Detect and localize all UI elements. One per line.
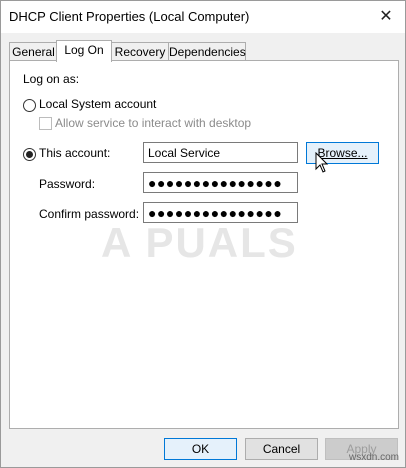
password-field[interactable]: ●●●●●●●●●●●●●●● bbox=[143, 172, 298, 193]
password-label: Password: bbox=[39, 177, 96, 191]
allow-interact-checkbox bbox=[39, 117, 52, 130]
allow-interact-label: Allow service to interact with desktop bbox=[55, 116, 252, 130]
ok-button[interactable]: OK bbox=[164, 438, 237, 460]
close-button[interactable]: ✕ bbox=[373, 4, 399, 30]
dialog-window: DHCP Client Properties (Local Computer) … bbox=[0, 0, 406, 468]
tab-dependencies[interactable]: Dependencies bbox=[168, 42, 246, 61]
log-on-as-heading: Log on as: bbox=[23, 72, 80, 86]
mouse-pointer-icon bbox=[315, 152, 329, 173]
account-field[interactable]: Local Service bbox=[143, 142, 298, 163]
local-system-radio[interactable] bbox=[23, 99, 36, 112]
radio-selected-dot bbox=[26, 151, 33, 158]
this-account-radio[interactable] bbox=[23, 148, 36, 161]
local-system-label[interactable]: Local System account bbox=[39, 97, 156, 111]
tab-log-on[interactable]: Log On bbox=[56, 40, 112, 62]
appuals-watermark: A PUALS bbox=[101, 219, 298, 266]
tab-general[interactable]: General bbox=[9, 42, 58, 61]
title-bar: DHCP Client Properties (Local Computer) … bbox=[1, 1, 405, 33]
this-account-label[interactable]: This account: bbox=[39, 146, 110, 160]
tab-recovery[interactable]: Recovery bbox=[110, 42, 170, 61]
cancel-button[interactable]: Cancel bbox=[245, 438, 318, 460]
site-watermark: wsxdn.com bbox=[348, 452, 399, 463]
window-title: DHCP Client Properties (Local Computer) bbox=[9, 9, 250, 24]
